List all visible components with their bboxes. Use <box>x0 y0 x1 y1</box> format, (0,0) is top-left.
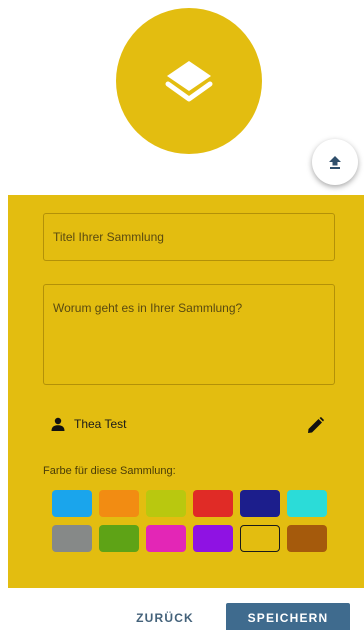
person-icon <box>51 417 65 431</box>
color-label: Farbe für diese Sammlung: <box>43 465 176 477</box>
owner-row: Thea Test <box>51 414 331 434</box>
color-swatch[interactable] <box>193 490 233 517</box>
color-swatch[interactable] <box>146 525 186 552</box>
upload-button[interactable] <box>312 139 358 185</box>
description-placeholder: Worum geht es in Ihrer Sammlung? <box>53 301 243 315</box>
color-swatch[interactable] <box>52 525 92 552</box>
layers-icon <box>165 61 213 102</box>
pencil-icon <box>307 416 324 433</box>
collection-icon-circle <box>116 8 262 154</box>
upload-icon <box>329 156 341 169</box>
edit-owner-button[interactable] <box>304 414 326 436</box>
title-placeholder: Titel Ihrer Sammlung <box>53 230 164 244</box>
color-swatch[interactable] <box>193 525 233 552</box>
collection-form: Titel Ihrer Sammlung Worum geht es in Ih… <box>8 195 364 588</box>
color-swatch[interactable] <box>240 525 280 552</box>
color-swatch[interactable] <box>99 490 139 517</box>
color-swatch[interactable] <box>146 490 186 517</box>
color-swatch-grid <box>52 490 330 552</box>
color-swatch[interactable] <box>52 490 92 517</box>
owner-name: Thea Test <box>74 417 127 431</box>
color-swatch[interactable] <box>240 490 280 517</box>
save-button[interactable]: SPEICHERN <box>226 603 350 630</box>
color-swatch[interactable] <box>287 525 327 552</box>
collection-editor: Titel Ihrer Sammlung Worum geht es in Ih… <box>0 0 364 630</box>
description-input[interactable]: Worum geht es in Ihrer Sammlung? <box>43 284 335 385</box>
title-input[interactable]: Titel Ihrer Sammlung <box>43 213 335 261</box>
color-swatch[interactable] <box>287 490 327 517</box>
back-button[interactable]: ZURÜCK <box>128 603 202 630</box>
color-swatch[interactable] <box>99 525 139 552</box>
